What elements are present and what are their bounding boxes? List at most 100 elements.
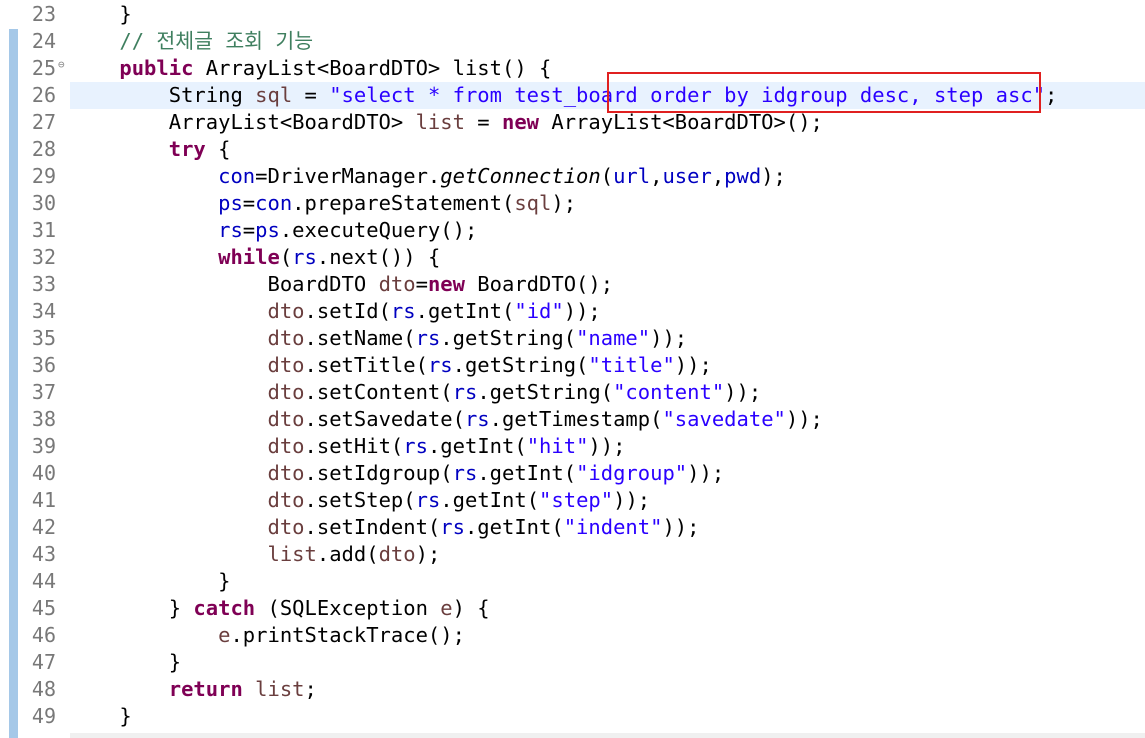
- code-token: "indent": [563, 515, 663, 539]
- code-token: }: [70, 704, 132, 728]
- code-token: ArrayList<BoardDTO>: [70, 110, 416, 134]
- code-token: rs: [464, 407, 490, 431]
- code-token: .getString(: [440, 326, 577, 350]
- code-token: .setIndent(: [304, 515, 441, 539]
- code-line[interactable]: dto.setContent(rs.getString("content"));: [70, 379, 1145, 406]
- line-number: 45: [31, 596, 56, 620]
- line-number: 32: [31, 245, 56, 269]
- code-token: "step": [539, 488, 614, 512]
- code-token: ));: [724, 380, 762, 404]
- code-line[interactable]: ps=con.prepareStatement(sql);: [70, 190, 1145, 217]
- code-line[interactable]: } catch (SQLException e) {: [70, 595, 1145, 622]
- code-token: =: [292, 83, 330, 107]
- code-line[interactable]: }: [70, 1, 1145, 28]
- code-line[interactable]: con=DriverManager.getConnection(url,user…: [70, 163, 1145, 190]
- code-token: rs: [415, 326, 441, 350]
- code-token: getConnection: [440, 164, 601, 188]
- code-token: rs: [403, 434, 428, 458]
- fold-collapse-icon[interactable]: ⊖: [58, 51, 68, 78]
- code-line[interactable]: ArrayList<BoardDTO> list = new ArrayList…: [70, 109, 1145, 136]
- code-token: ps: [218, 191, 243, 215]
- code-token: dto: [267, 326, 305, 350]
- code-token: rs: [218, 218, 243, 242]
- code-line[interactable]: // 전체글 조회 기능: [70, 28, 1145, 55]
- code-token: ) {: [452, 596, 490, 620]
- code-token: rs: [427, 353, 453, 377]
- code-token: dto: [378, 542, 416, 566]
- code-line[interactable]: }: [70, 649, 1145, 676]
- code-token: }: [70, 569, 231, 593]
- code-line[interactable]: dto.setHit(rs.getInt("hit"));: [70, 433, 1145, 460]
- code-token: );: [551, 191, 577, 215]
- code-token: );: [415, 542, 441, 566]
- code-line[interactable]: dto.setIdgroup(rs.getInt("idgroup"));: [70, 460, 1145, 487]
- code-token: while: [218, 245, 280, 269]
- code-line[interactable]: rs=ps.executeQuery();: [70, 217, 1145, 244]
- code-token: dto: [267, 488, 305, 512]
- code-token: sql: [255, 83, 293, 107]
- code-line[interactable]: dto.setStep(rs.getInt("step"));: [70, 487, 1145, 514]
- line-number: 24: [31, 29, 56, 53]
- code-token: dto: [267, 380, 305, 404]
- code-token: rs: [440, 515, 465, 539]
- code-line[interactable]: dto.setTitle(rs.getString("title"));: [70, 352, 1145, 379]
- code-editor[interactable]: 23 24 25 26 27 28 29 30 31 32 33 34 35 36 37 38 39 40 41 42…: [0, 0, 1145, 738]
- code-line[interactable]: list.add(dto);: [70, 541, 1145, 568]
- horizontal-scrollbar[interactable]: [70, 733, 1145, 738]
- code-token: ArrayList<BoardDTO>();: [539, 110, 823, 134]
- code-line[interactable]: dto.setName(rs.getString("name"));: [70, 325, 1145, 352]
- line-number: 25: [31, 56, 56, 80]
- code-line[interactable]: }: [70, 568, 1145, 595]
- code-token: con: [255, 191, 293, 215]
- code-token: =DriverManager.: [255, 164, 441, 188]
- code-token: =: [242, 191, 256, 215]
- code-line[interactable]: while(rs.next()) {: [70, 244, 1145, 271]
- line-number: 47: [31, 650, 56, 674]
- code-token: .add(: [316, 542, 379, 566]
- code-line[interactable]: return list;: [70, 676, 1145, 703]
- line-number: 43: [31, 542, 56, 566]
- code-token: "id": [514, 299, 564, 323]
- code-token: "title": [588, 353, 675, 377]
- code-token: .getInt(: [477, 461, 577, 485]
- code-line[interactable]: try {: [70, 136, 1145, 163]
- code-token: BoardDTO: [70, 272, 379, 296]
- code-line[interactable]: }: [70, 703, 1145, 730]
- code-line[interactable]: BoardDTO dto=new BoardDTO();: [70, 271, 1145, 298]
- code-token: con: [218, 164, 256, 188]
- code-token: .getInt(: [440, 488, 540, 512]
- line-number: 26: [31, 83, 56, 107]
- code-token: try: [168, 137, 206, 161]
- line-number: 48: [31, 677, 56, 701]
- code-token: dto: [267, 353, 305, 377]
- code-token: ArrayList<BoardDTO> list() {: [193, 56, 552, 80]
- line-number: 23: [31, 2, 56, 26]
- code-token: .getString(: [477, 380, 614, 404]
- line-number: 31: [31, 218, 56, 242]
- code-token: ));: [650, 326, 688, 350]
- code-line[interactable]: dto.setId(rs.getInt("id"));: [70, 298, 1145, 325]
- code-token: ));: [687, 461, 725, 485]
- code-line[interactable]: e.printStackTrace();: [70, 622, 1145, 649]
- code-token: rs: [292, 245, 317, 269]
- code-token: .printStackTrace();: [230, 623, 465, 647]
- code-token: }: [70, 2, 132, 26]
- code-token: (: [600, 164, 614, 188]
- line-number: 29: [31, 164, 56, 188]
- code-token: .executeQuery();: [279, 218, 478, 242]
- line-number-gutter: 23 24 25 26 27 28 29 30 31 32 33 34 35 36 37 38 39 40 41 42…: [20, 0, 66, 738]
- code-token: .prepareStatement(: [292, 191, 515, 215]
- code-line[interactable]: dto.setSavedate(rs.getTimestamp("savedat…: [70, 406, 1145, 433]
- code-token: .setStep(: [304, 488, 416, 512]
- code-line[interactable]: dto.setIndent(rs.getInt("indent"));: [70, 514, 1145, 541]
